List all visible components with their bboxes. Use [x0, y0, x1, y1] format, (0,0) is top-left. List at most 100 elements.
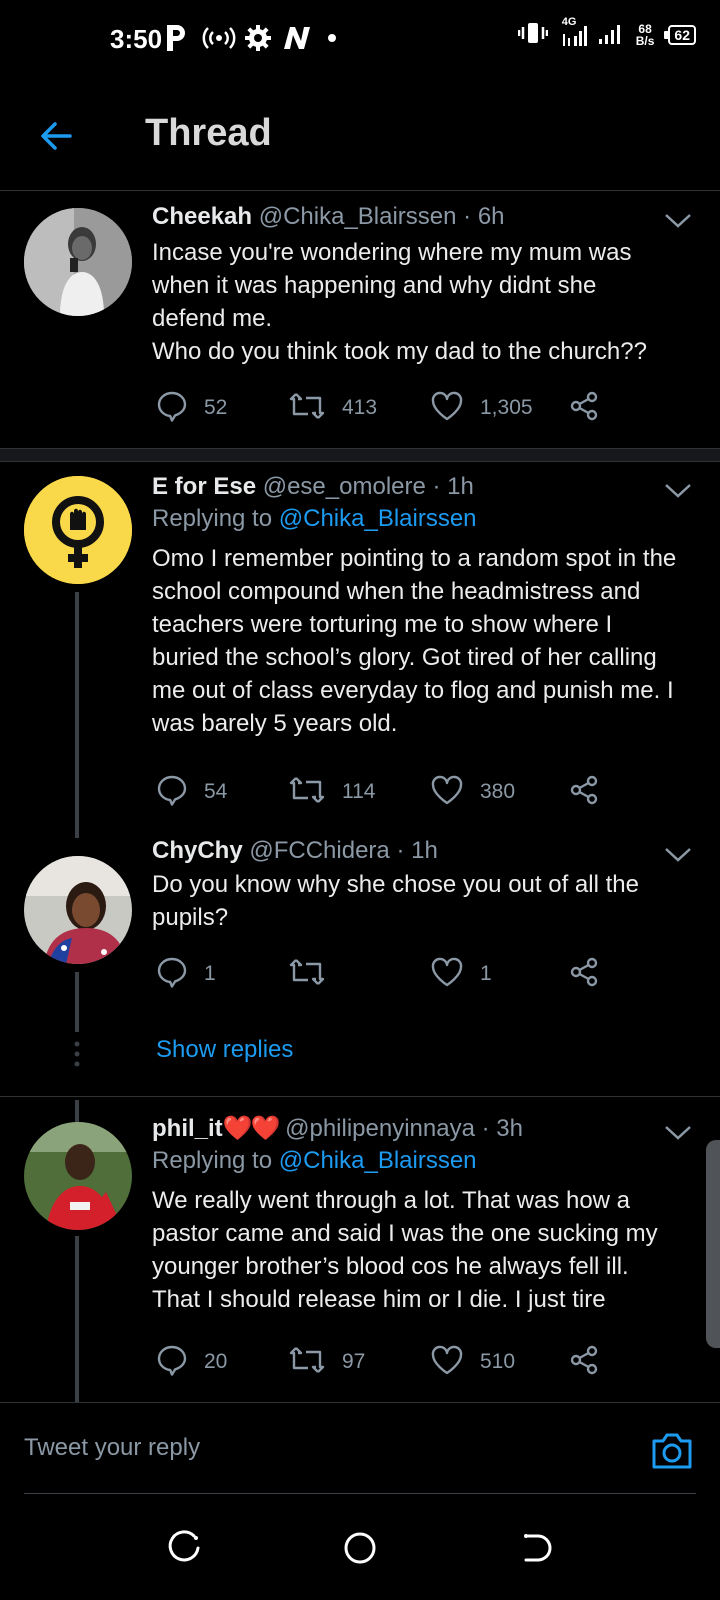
- tweet-author-handle[interactable]: @ese_omolere: [263, 473, 426, 500]
- thread-dots: [74, 1040, 80, 1070]
- tweet-text: Incase you're wondering where my mum was…: [152, 236, 700, 368]
- tweet-author-handle[interactable]: @Chika_Blairssen: [259, 203, 457, 230]
- settings-gear-icon: [244, 22, 272, 54]
- avatar[interactable]: [24, 1122, 132, 1230]
- reply-count: 20: [204, 1350, 228, 1373]
- like-button[interactable]: 1,305: [430, 388, 533, 428]
- replying-to: Replying to @Chika_Blairssen: [152, 1144, 700, 1178]
- replying-to-link[interactable]: @Chika_Blairssen: [279, 1147, 477, 1174]
- like-icon: [430, 390, 464, 427]
- avatar[interactable]: [24, 476, 132, 584]
- retweet-icon: [288, 390, 326, 427]
- like-button[interactable]: 1: [430, 954, 492, 994]
- tweet-author-name[interactable]: Cheekah: [152, 203, 252, 230]
- tweet-text-line: buried the school’s glory. Got tired of …: [152, 644, 657, 671]
- tweet-text-line: defend me.: [152, 305, 273, 332]
- avatar[interactable]: [24, 856, 132, 964]
- tweet-text-line: Omo I remember pointing to a random spot…: [152, 545, 677, 572]
- show-replies-link[interactable]: Show replies: [156, 1036, 293, 1064]
- tweet-author-handle[interactable]: @philipenyinnaya: [285, 1115, 475, 1142]
- caret-down-icon[interactable]: [664, 212, 692, 232]
- share-button[interactable]: [568, 772, 600, 812]
- reply-button[interactable]: 1: [156, 954, 216, 994]
- p-app-icon: [163, 22, 189, 54]
- share-button[interactable]: [568, 388, 600, 428]
- share-icon: [568, 1344, 600, 1381]
- tweet-text-line: Do you know why she chose you out of all…: [152, 871, 639, 898]
- share-button[interactable]: [568, 954, 600, 994]
- home-icon[interactable]: [340, 1528, 380, 1568]
- battery-level: 62: [668, 25, 696, 45]
- thread-connector: [75, 1236, 79, 1402]
- scrollbar-thumb[interactable]: [706, 1140, 720, 1348]
- reply-button[interactable]: 52: [156, 388, 227, 428]
- tweet-actions: 54 114 380: [152, 772, 632, 812]
- status-bar: 3:50 4G 68 B/s 62: [0, 0, 720, 80]
- notification-dot-icon: [326, 22, 338, 54]
- back-arrow-icon[interactable]: [36, 116, 76, 156]
- tweet-author-name[interactable]: phil_it: [152, 1115, 223, 1142]
- retweet-button[interactable]: [288, 954, 342, 994]
- tweet-time: · 1h: [432, 473, 474, 500]
- reply-input[interactable]: [24, 1423, 624, 1473]
- tweet-author-name[interactable]: ChyChy: [152, 837, 243, 864]
- like-count: 380: [480, 780, 516, 803]
- back-nav-icon[interactable]: [516, 1528, 556, 1568]
- tweet-actions: 20 97 510: [152, 1342, 632, 1382]
- n-app-icon: [282, 22, 312, 54]
- replying-to-link[interactable]: @Chika_Blairssen: [279, 505, 477, 532]
- like-count: 1: [480, 962, 492, 985]
- signal-bars-icon: [598, 21, 626, 50]
- reply-composer: [0, 1402, 720, 1494]
- retweet-button[interactable]: 114: [288, 772, 375, 812]
- reply-icon: [156, 390, 188, 427]
- tweet-author-name[interactable]: E for Ese: [152, 473, 256, 500]
- tweet-meta: E for Ese @ese_omolere · 1h: [152, 472, 700, 502]
- like-button[interactable]: 380: [430, 772, 515, 812]
- like-count: 1,305: [480, 396, 533, 419]
- retweet-count: 413: [342, 396, 378, 419]
- retweet-count: 114: [342, 780, 376, 803]
- retweet-button[interactable]: 97: [288, 1342, 365, 1382]
- like-button[interactable]: 510: [430, 1342, 515, 1382]
- caret-down-icon[interactable]: [664, 1124, 692, 1144]
- reply-button[interactable]: 54: [156, 772, 227, 812]
- like-icon: [430, 774, 464, 811]
- tweet-text: We really went through a lot. That was h…: [152, 1184, 700, 1316]
- reply-tweet[interactable]: phil_it❤️❤️ @philipenyinnaya · 3h Replyi…: [0, 1100, 720, 1402]
- tweet-text: Omo I remember pointing to a random spot…: [152, 542, 700, 740]
- tweet-text-line: pastor came and said I was the one sucki…: [152, 1220, 658, 1247]
- reply-tweet[interactable]: E for Ese @ese_omolere · 1h Replying to …: [0, 462, 720, 842]
- camera-icon[interactable]: [650, 1431, 694, 1471]
- recent-apps-icon[interactable]: [164, 1528, 204, 1568]
- tweet-text-line: school compound when the headmistress an…: [152, 578, 641, 605]
- reply-tweet[interactable]: ChyChy @FCChidera · 1h Do you know why s…: [0, 837, 720, 1032]
- thread-connector: [75, 592, 79, 838]
- reply-count: 1: [204, 962, 216, 985]
- caret-down-icon[interactable]: [664, 846, 692, 866]
- tweet-content: E for Ese @ese_omolere · 1h Replying to …: [152, 472, 700, 740]
- divider: [0, 1096, 720, 1097]
- avatar[interactable]: [24, 208, 132, 316]
- tweet-time: · 3h: [481, 1115, 523, 1142]
- battery-icon: 62: [664, 25, 696, 45]
- share-icon: [568, 956, 600, 993]
- main-tweet[interactable]: Cheekah @Chika_Blairssen · 6h Incase you…: [0, 192, 720, 440]
- retweet-button[interactable]: 413: [288, 388, 377, 428]
- tweet-text-line: pupils?: [152, 904, 229, 931]
- like-icon: [430, 1344, 464, 1381]
- caret-down-icon[interactable]: [664, 482, 692, 502]
- status-right: 4G 68 B/s 62: [517, 16, 696, 50]
- hotspot-icon: [202, 22, 236, 54]
- tweet-text-line: teachers were torturing me to show where…: [152, 611, 613, 638]
- thread-connector: [75, 972, 79, 1032]
- share-icon: [568, 390, 600, 427]
- tweet-text-line: me out of class everyday to flog and pun…: [152, 677, 674, 704]
- tweet-author-handle[interactable]: @FCChidera: [249, 837, 389, 864]
- share-button[interactable]: [568, 1342, 600, 1382]
- like-count: 510: [480, 1350, 516, 1373]
- tweet-content: Cheekah @Chika_Blairssen · 6h Incase you…: [152, 202, 700, 368]
- reply-button[interactable]: 20: [156, 1342, 227, 1382]
- reply-count: 52: [204, 396, 228, 419]
- replying-to-prefix: Replying to: [152, 505, 279, 532]
